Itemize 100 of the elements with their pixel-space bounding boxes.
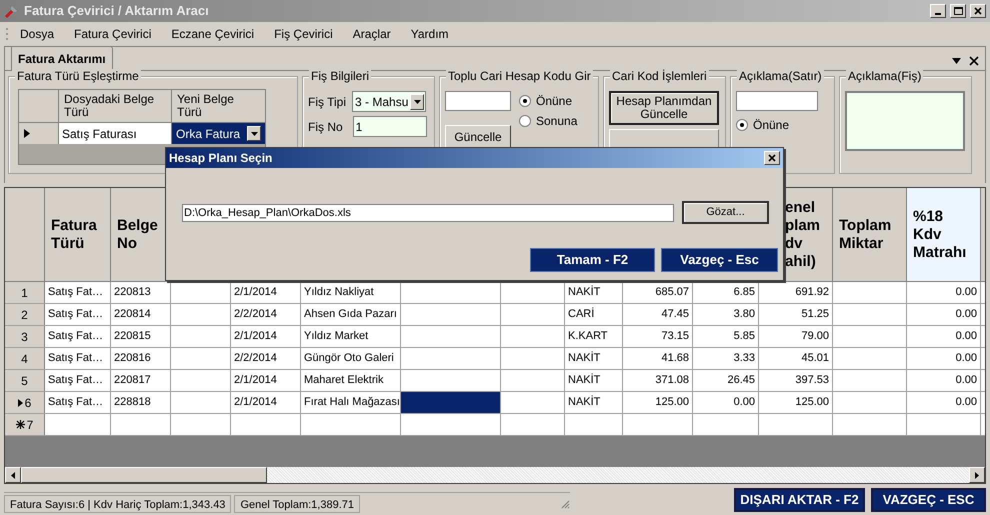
close-button[interactable] bbox=[764, 151, 780, 165]
table-cell: Satış Fat… bbox=[45, 282, 111, 303]
table-cell: 3.33 bbox=[693, 348, 759, 369]
scroll-left-icon bbox=[11, 472, 15, 478]
table-cell: NAKİT bbox=[565, 348, 623, 369]
column-header: Dosyadaki Belge Türü bbox=[59, 90, 172, 122]
blank-button[interactable] bbox=[609, 129, 719, 149]
table-cell: NAKİT bbox=[565, 392, 623, 413]
table-cell: 73.15 bbox=[623, 326, 693, 347]
group-title: Cari Kod İşlemleri bbox=[610, 69, 709, 83]
text-area[interactable] bbox=[845, 91, 965, 151]
table-cell: 5.85 bbox=[693, 326, 759, 347]
column-header: %18 Kdv Matrahı bbox=[907, 188, 981, 281]
scroll-thumb[interactable] bbox=[21, 467, 267, 483]
radio-button[interactable] bbox=[519, 95, 531, 107]
column-header: Yeni Belge Türü bbox=[176, 91, 235, 121]
radio-label: Önüne bbox=[753, 117, 790, 134]
cancel-button[interactable]: VAZGEÇ - ESC bbox=[871, 488, 986, 512]
table-cell: 41.68 bbox=[623, 348, 693, 369]
dropdown[interactable]: Orka Fatura bbox=[172, 123, 265, 144]
browse-button[interactable]: Gözat... bbox=[682, 201, 769, 224]
table-cell: 0.00 bbox=[907, 392, 981, 413]
table-cell: 26.45 bbox=[693, 370, 759, 391]
radio-label: Önüne bbox=[536, 93, 572, 110]
row-header: 7 bbox=[5, 414, 45, 435]
group-title: Açıklama(Fiş) bbox=[846, 69, 924, 83]
row-header: 4 bbox=[5, 348, 45, 369]
menu-item[interactable]: Araçlar bbox=[344, 23, 400, 45]
table-cell: 371.08 bbox=[623, 370, 693, 391]
minimize-button[interactable] bbox=[930, 4, 946, 18]
field-label: Fiş No bbox=[308, 118, 343, 136]
table-cell: 47.45 bbox=[623, 304, 693, 325]
maximize-icon bbox=[954, 7, 962, 15]
table-cell: 51.25 bbox=[759, 304, 833, 325]
tab[interactable]: Fatura Aktarımı bbox=[11, 46, 113, 71]
table-cell: K.KART bbox=[565, 326, 623, 347]
menu-item[interactable]: Eczane Çevirici bbox=[162, 23, 264, 45]
table-cell: 2/2/2014 bbox=[231, 304, 301, 325]
dropdown-arrow-icon bbox=[952, 58, 961, 64]
table-cell: 45.01 bbox=[759, 348, 833, 369]
group-title: Fatura Türü Eşleştirme bbox=[15, 69, 141, 83]
dropdown[interactable]: 3 - Mahsu bbox=[352, 91, 426, 112]
radio-button[interactable] bbox=[736, 119, 748, 131]
table-cell: Yıldız Market bbox=[301, 326, 401, 347]
table-cell: 2/1/2014 bbox=[231, 370, 301, 391]
menu-item[interactable]: Dosya bbox=[11, 23, 64, 45]
table-cell: 0.00 bbox=[907, 370, 981, 391]
table-cell: 2/2/2014 bbox=[231, 348, 301, 369]
row-header: 5 bbox=[5, 370, 45, 391]
input-field[interactable] bbox=[445, 91, 511, 111]
grip-icon bbox=[6, 27, 9, 41]
table-cell: 228818 bbox=[111, 392, 171, 413]
table-cell: Satış Fat… bbox=[45, 392, 111, 413]
resize-grip-icon bbox=[560, 499, 570, 509]
status-text: Genel Toplam:1,389.71 bbox=[234, 495, 360, 513]
table-cell: 0.00 bbox=[907, 304, 981, 325]
update-from-plan-button[interactable]: Hesap Planımdan Güncelle bbox=[609, 91, 719, 125]
close-icon bbox=[974, 7, 982, 15]
input-field[interactable] bbox=[736, 91, 818, 111]
table-cell: Ahsen Gıda Pazarı bbox=[301, 304, 401, 325]
menu-item[interactable]: Fiş Çevirici bbox=[265, 23, 342, 45]
table-cell: Güngör Oto Galeri bbox=[301, 348, 401, 369]
window-title: Fatura Çevirici / Aktarım Aracı bbox=[24, 2, 210, 20]
table-cell: 220814 bbox=[111, 304, 171, 325]
horizontal-scrollbar[interactable] bbox=[5, 467, 985, 483]
group-title: Açıklama(Satır) bbox=[737, 69, 824, 83]
export-button[interactable]: DIŞARI AKTAR - F2 bbox=[734, 488, 865, 512]
table-cell: 397.53 bbox=[759, 370, 833, 391]
menu-item[interactable]: Yardım bbox=[402, 23, 458, 45]
status-text: Fatura Sayısı:6 | Kdv Hariç Toplam:1,343.43 bbox=[4, 495, 232, 513]
table-cell: 0.00 bbox=[907, 348, 981, 369]
table-cell: Satış Fat… bbox=[45, 304, 111, 325]
column-header: Fatura Türü bbox=[45, 188, 111, 281]
row-header: 2 bbox=[5, 304, 45, 325]
maximize-button[interactable] bbox=[950, 4, 966, 18]
dialog-title: Hesap Planı Seçin bbox=[169, 150, 274, 167]
scroll-right-icon bbox=[975, 472, 979, 478]
table-cell: 79.00 bbox=[759, 326, 833, 347]
menu-item[interactable]: Fatura Çevirici bbox=[65, 23, 160, 45]
input-field[interactable]: D:\Orka_Hesap_Plan\OrkaDos.xls bbox=[182, 204, 674, 222]
ok-button[interactable]: Tamam - F2 bbox=[530, 248, 655, 272]
close-button[interactable] bbox=[970, 4, 986, 18]
table-cell: Satış Fat… bbox=[45, 370, 111, 391]
table-cell: 3.80 bbox=[693, 304, 759, 325]
caret-icon bbox=[250, 132, 258, 136]
table-cell: Satış Faturası bbox=[59, 123, 172, 144]
current-row-icon bbox=[24, 129, 30, 138]
update-button[interactable]: Güncelle bbox=[445, 125, 511, 149]
table-cell: Satış Fat… bbox=[45, 326, 111, 347]
input-field[interactable]: 1 bbox=[352, 116, 427, 137]
radio-button[interactable] bbox=[519, 115, 531, 127]
radio-label: Sonuna bbox=[536, 113, 578, 130]
group-title: Toplu Cari Hesap Kodu Gir bbox=[446, 69, 593, 83]
table-cell: 220817 bbox=[111, 370, 171, 391]
wrench-icon bbox=[4, 3, 20, 19]
cancel-button[interactable]: Vazgeç - Esc bbox=[661, 248, 778, 272]
table-cell: Satış Fat… bbox=[45, 348, 111, 369]
table-cell: 2/1/2014 bbox=[231, 392, 301, 413]
table-cell: 125.00 bbox=[759, 392, 833, 413]
row-header: 1 bbox=[5, 282, 45, 303]
